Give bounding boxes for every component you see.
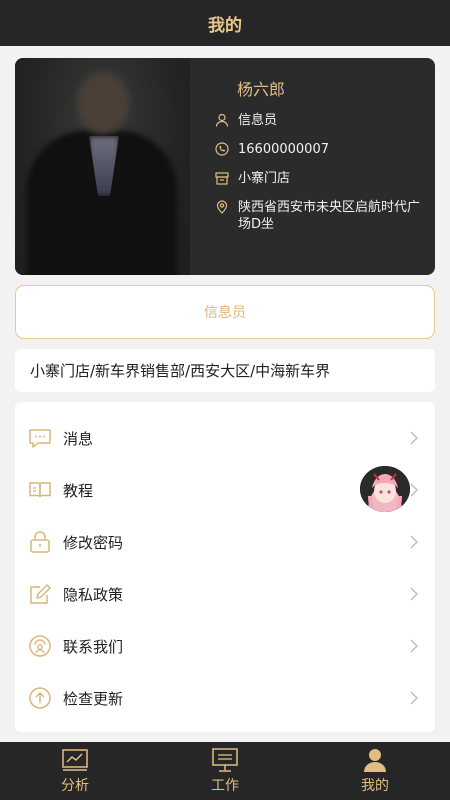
chevron-right-icon [410,587,418,601]
profile-role-row: 信息员 [215,112,425,129]
profile-photo [15,58,190,275]
upload-icon [29,687,51,709]
profile-role: 信息员 [238,113,278,128]
monitor-icon [212,748,238,772]
top-bar: 我的 [0,0,450,46]
tab-work[interactable]: 工作 [150,742,300,800]
tab-analysis[interactable]: 分析 [0,742,150,800]
org-path: 小寨门店/新车界销售部/西安大区/中海新车界 [15,349,435,392]
edit-icon [30,584,51,604]
profile-store: 小寨门店 [238,171,291,186]
menu-item-label: 检查更新 [63,689,124,708]
profile-address: 陕西省西安市未央区启航时代广场D坐 [238,200,421,232]
assistant-avatar[interactable] [360,466,410,512]
chevron-right-icon [410,535,418,549]
anime-avatar-icon [360,466,410,512]
role-button-label: 信息员 [204,305,246,321]
chevron-right-icon [410,639,418,653]
settings-menu: 消息 教程 修改密码 隐私政策 联系我们 检查更新 [15,402,435,732]
menu-item-label: 联系我们 [63,637,124,656]
bottom-tab-bar: 分析 工作 我的 [0,742,450,800]
person-icon [215,113,229,127]
user-icon [364,749,386,772]
org-path-text: 小寨门店/新车界销售部/西安大区/中海新车界 [30,362,331,380]
menu-item-contact-us[interactable]: 联系我们 [15,620,435,672]
message-icon [29,429,51,448]
chevron-right-icon [410,691,418,705]
tab-label: 分析 [61,778,89,794]
profile-name: 杨六郎 [237,80,286,99]
tab-label: 工作 [211,778,239,794]
phone-icon [215,142,229,156]
tab-label: 我的 [361,778,389,794]
profile-phone: 16600000007 [238,142,329,157]
menu-item-change-password[interactable]: 修改密码 [15,516,435,568]
profile-info: 杨六郎 信息员 16600000007 小寨门店 陕西省西安市未央区启航时代广场… [215,76,425,245]
menu-item-label: 修改密码 [63,533,124,552]
menu-item-privacy-policy[interactable]: 隐私政策 [15,568,435,620]
menu-item-check-update[interactable]: 检查更新 [15,672,435,724]
role-button[interactable]: 信息员 [15,285,435,339]
menu-item-label: 消息 [63,429,94,448]
tab-mine[interactable]: 我的 [300,742,450,800]
support-icon [29,635,51,657]
profile-phone-row: 16600000007 [215,141,425,158]
chart-icon [62,749,88,771]
menu-item-label: 教程 [63,481,94,500]
page-title: 我的 [208,15,242,36]
book-icon [29,482,51,498]
profile-store-row: 小寨门店 [215,170,425,187]
chevron-right-icon [410,483,418,497]
profile-card: 杨六郎 信息员 16600000007 小寨门店 陕西省西安市未央区启航时代广场… [15,58,435,275]
menu-item-messages[interactable]: 消息 [15,412,435,464]
chevron-right-icon [410,431,418,445]
lock-icon [30,531,50,553]
profile-address-row: 陕西省西安市未央区启航时代广场D坐 [215,199,425,233]
store-icon [215,172,229,185]
menu-item-label: 隐私政策 [63,585,124,604]
location-icon [216,200,228,214]
